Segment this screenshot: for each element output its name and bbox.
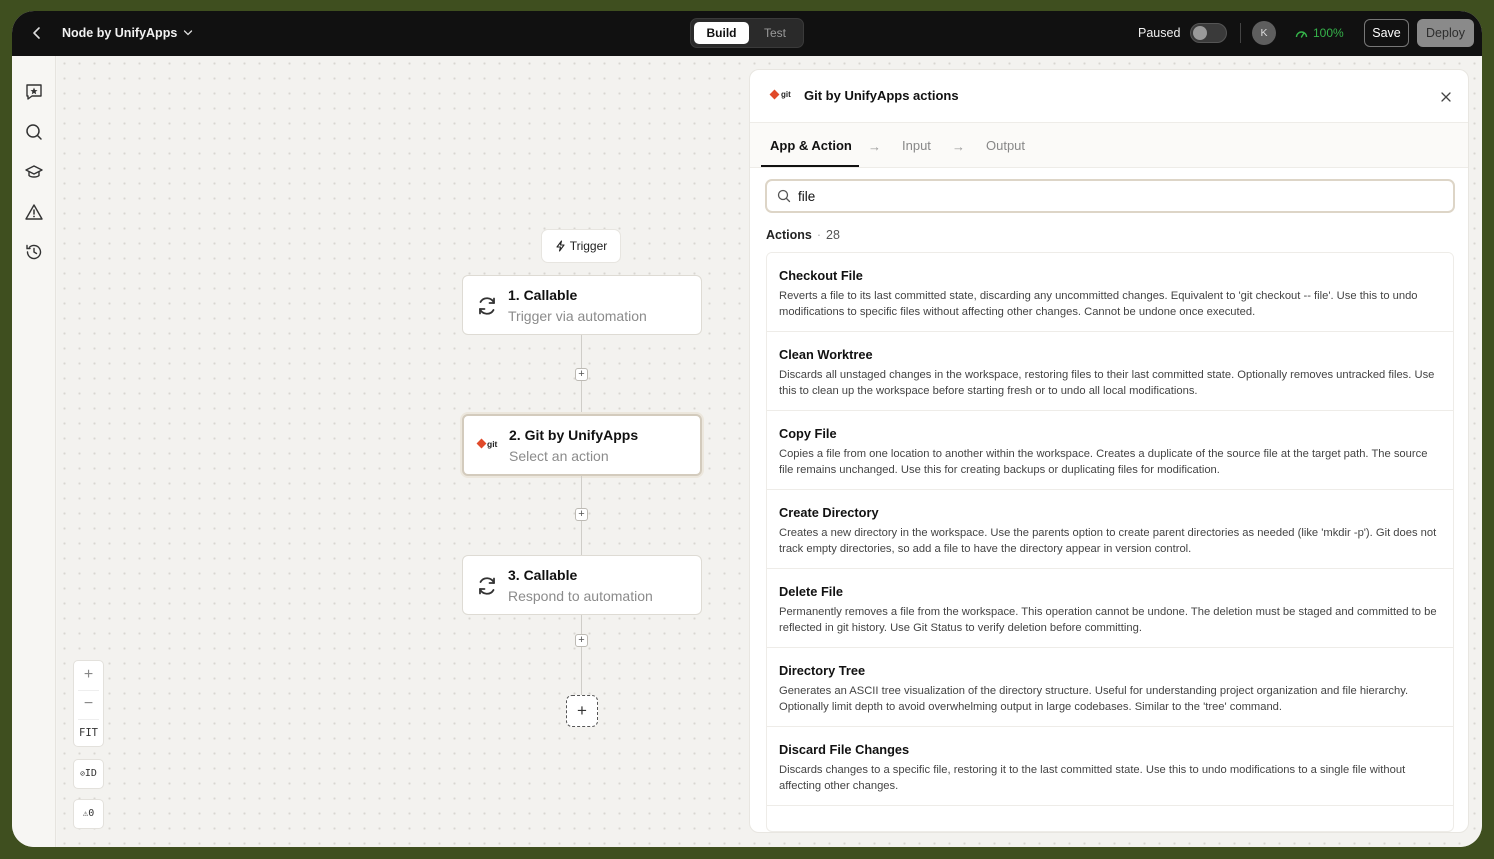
lightning-icon	[556, 240, 565, 252]
trigger-label: Trigger	[569, 239, 608, 253]
zoom-controls: + − FIT	[73, 660, 104, 747]
top-bar: Node by UnifyApps Build Test Paused K 10…	[12, 11, 1482, 56]
actions-label: Actions	[766, 228, 812, 242]
arrow-right-icon: →	[952, 139, 965, 154]
action-description: Generates an ASCII tree visualization of…	[779, 685, 1409, 713]
avatar[interactable]: K	[1252, 21, 1276, 45]
action-title: Copy File	[779, 426, 837, 441]
action-item[interactable]: Directory Tree Generates an ASCII tree vi…	[767, 648, 1453, 727]
action-item[interactable]: Create Directory Creates a new directory …	[767, 490, 1453, 569]
history-icon[interactable]	[24, 242, 44, 262]
zoom-out-button[interactable]: −	[74, 690, 103, 719]
chevron-left-icon[interactable]	[30, 25, 44, 41]
workflow-node-2[interactable]: git 2. Git by UnifyApps Select an action	[462, 414, 702, 476]
action-item[interactable]: Delete File Permanently removes a file fr…	[767, 569, 1453, 648]
node-title: 1. Callable	[508, 287, 578, 303]
left-rail	[12, 56, 56, 847]
paused-toggle[interactable]	[1190, 23, 1227, 43]
mode-switch: Build Test	[690, 18, 804, 48]
action-title: Checkout File	[779, 268, 863, 283]
git-diamond	[769, 89, 780, 100]
node-subtitle: Respond to automation	[508, 588, 653, 604]
warning-icon[interactable]	[24, 202, 44, 222]
add-step-button[interactable]: +	[575, 508, 588, 521]
tab-input[interactable]: Input	[902, 138, 931, 153]
git-logo-text: git	[781, 90, 791, 99]
zoom-in-button[interactable]: +	[74, 661, 103, 690]
git-logo-icon: git	[769, 89, 791, 100]
actions-count: 28	[826, 228, 840, 242]
id-toggle-button[interactable]: ⊘ID	[73, 759, 104, 789]
tab-output[interactable]: Output	[986, 138, 1025, 153]
action-description: Creates a new directory in the workspace…	[779, 527, 1437, 555]
arrow-right-icon: →	[868, 139, 881, 154]
node-subtitle: Trigger via automation	[508, 308, 647, 324]
node-title: 3. Callable	[508, 567, 578, 583]
svg-text:git: git	[487, 439, 498, 449]
gauge-icon	[1295, 30, 1308, 38]
connector-line	[581, 615, 582, 695]
health-percent: 100%	[1313, 26, 1344, 40]
panel-header: git Git by UnifyApps actions	[750, 70, 1468, 123]
action-description: Discards changes to a specific file, res…	[779, 764, 1406, 792]
action-title: Create Directory	[779, 505, 879, 520]
chevron-down-icon	[184, 30, 193, 36]
step-tabs: App & Action → Input → Output	[750, 123, 1468, 168]
graduation-cap-icon[interactable]	[24, 162, 44, 182]
actions-list[interactable]: Checkout File Reverts a file to its last …	[766, 252, 1454, 832]
save-button[interactable]: Save	[1364, 19, 1409, 47]
deploy-button[interactable]: Deploy	[1417, 19, 1474, 47]
refresh-icon	[475, 294, 499, 318]
action-title: Clean Worktree	[779, 347, 873, 362]
action-title: Delete File	[779, 584, 844, 599]
warnings-button[interactable]: ⚠0	[73, 799, 104, 829]
add-final-step-button[interactable]: +	[566, 695, 598, 727]
warning-count: 0	[88, 808, 95, 819]
app-title-dropdown[interactable]: Node by UnifyApps	[62, 26, 193, 40]
add-step-button[interactable]: +	[575, 634, 588, 647]
action-title: Directory Tree	[779, 663, 866, 678]
toggle-knob	[1193, 26, 1207, 40]
chat-star-icon[interactable]	[24, 82, 44, 102]
workflow-node-1[interactable]: 1. Callable Trigger via automation	[462, 275, 702, 335]
add-step-button[interactable]: +	[575, 368, 588, 381]
action-description: Copies a file from one location to anoth…	[779, 448, 1428, 476]
action-description: Permanently removes a file from the work…	[779, 606, 1437, 634]
action-item[interactable]: Clean Worktree Discards all unstaged chan…	[767, 332, 1453, 411]
fit-view-button[interactable]: FIT	[74, 719, 103, 748]
active-tab-indicator	[761, 165, 859, 167]
search-icon[interactable]	[24, 122, 44, 142]
health-indicator: 100%	[1295, 26, 1344, 40]
search-input[interactable]	[798, 187, 1438, 205]
action-item[interactable]: Discard File Changes Discards changes to …	[767, 727, 1453, 806]
actions-panel: git Git by UnifyApps actions App & Actio…	[749, 69, 1469, 833]
app-window: Node by UnifyApps Build Test Paused K 10…	[12, 11, 1482, 847]
node-title: 2. Git by UnifyApps	[509, 427, 639, 443]
git-logo-icon: git	[476, 436, 504, 460]
node-subtitle: Select an action	[509, 448, 609, 464]
paused-label: Paused	[1138, 26, 1181, 40]
action-description: Discards all unstaged changes in the wor…	[779, 369, 1435, 397]
action-item[interactable]: Copy File Copies a file from one location…	[767, 411, 1453, 490]
action-search	[765, 179, 1455, 213]
actions-count-line: Actions · 28	[766, 228, 840, 242]
build-mode-button[interactable]: Build	[694, 22, 749, 44]
action-description: Reverts a file to its last committed sta…	[779, 290, 1418, 318]
separator-dot: ·	[816, 228, 822, 242]
id-toggle-label: ID	[84, 768, 97, 779]
refresh-icon	[475, 574, 499, 598]
panel-title: Git by UnifyApps actions	[804, 88, 959, 103]
trigger-chip[interactable]: Trigger	[541, 229, 621, 263]
divider	[1240, 23, 1241, 43]
action-title: Discard File Changes	[779, 742, 910, 757]
action-item[interactable]: Checkout File Reverts a file to its last …	[767, 253, 1453, 332]
app-title: Node by UnifyApps	[62, 26, 178, 40]
test-mode-button[interactable]: Test	[751, 22, 799, 44]
tab-app-action[interactable]: App & Action	[770, 138, 852, 153]
search-icon	[777, 189, 791, 203]
workflow-node-3[interactable]: 3. Callable Respond to automation	[462, 555, 702, 615]
close-icon[interactable]	[1440, 90, 1452, 102]
